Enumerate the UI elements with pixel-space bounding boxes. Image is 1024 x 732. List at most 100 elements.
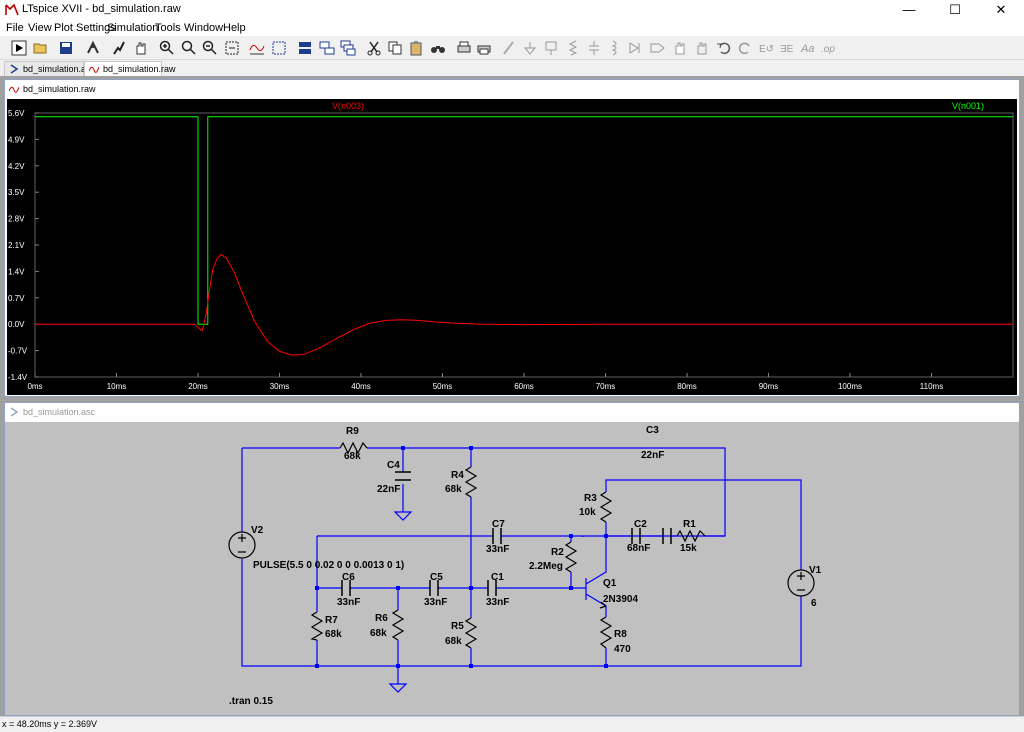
mirror-icon[interactable]: ƎE [777,38,797,58]
minimize-button[interactable]: — [886,0,932,20]
find-icon[interactable] [428,38,448,58]
tile-horizontal-icon[interactable] [295,38,315,58]
ground-icon[interactable] [520,38,540,58]
waveform-window[interactable]: bd_simulation.raw 5.6V 4.9V 4.2V 3.5V 2.8V 2.… [4,79,1020,397]
document-tabs: bd_simulation.asc bd_simulation.raw [0,60,1024,76]
spice-directive: .tran 0.15 [229,696,273,707]
text-icon[interactable]: Aa [798,38,818,58]
wire-icon[interactable] [499,38,519,58]
label-r6: R6 [375,613,388,624]
inductor-icon[interactable] [605,38,625,58]
open-icon[interactable] [31,38,51,58]
label-v1: V1 [809,565,822,576]
x-tick-label: 70ms [596,382,616,391]
tile-vertical-icon[interactable] [317,38,337,58]
tab-waveform[interactable]: bd_simulation.raw [84,61,176,76]
redo-icon[interactable] [735,38,755,58]
label-c6: C6 [342,572,355,583]
tab-schematic[interactable]: bd_simulation.asc [4,61,95,76]
resistor-icon[interactable] [563,38,583,58]
label-v2: V2 [251,525,264,536]
grid-icon[interactable] [269,38,289,58]
menu-view[interactable]: View [28,22,52,34]
cascade-icon[interactable] [338,38,358,58]
label-r4: R4 [451,470,464,481]
label-icon[interactable] [541,38,561,58]
waveform-plot[interactable]: 5.6V 4.9V 4.2V 3.5V 2.8V 2.1V 1.4V 0.7V 0.0V -0.7… [7,99,1017,395]
menu-simulation[interactable]: Simulation [107,22,158,34]
y-tick-label: 0.0V [8,320,25,329]
legend-vn003[interactable]: V(n003) [332,101,364,111]
plot-background [7,99,1017,395]
menu-help[interactable]: Help [223,22,246,34]
y-tick-label: 4.9V [8,135,25,144]
label-r8: R8 [614,629,627,640]
label-r1: R1 [683,519,696,530]
capacitor-icon[interactable] [584,38,604,58]
value-c7: 33nF [486,544,509,555]
svg-text:.op: .op [821,44,835,55]
y-tick-label: 2.8V [8,215,25,224]
value-r9: 68k [344,451,361,462]
autorange-icon[interactable] [247,38,267,58]
maximize-button[interactable]: ☐ [932,0,978,20]
y-tick-label: 4.2V [8,162,25,171]
zoom-in-icon[interactable] [157,38,177,58]
run-icon[interactable] [9,38,29,58]
x-tick-label: 110ms [920,382,943,391]
paste-icon[interactable] [406,38,426,58]
label-c7: C7 [492,519,505,530]
schematic-icon [10,407,19,417]
probe-icon[interactable] [109,38,129,58]
schematic-window[interactable]: bd_simulation.asc R9 68k C4 22nF R4 68k … [4,402,1020,716]
window-title: LTspice XVII - bd_simulation.raw [22,3,181,15]
value-v1: 6 [811,598,817,609]
menu-tools[interactable]: Tools [155,22,181,34]
component-icon[interactable] [648,38,668,58]
menu-bar: File View Plot Settings Simulation Tools… [0,20,1024,36]
menu-file[interactable]: File [6,22,24,34]
copy-icon[interactable] [385,38,405,58]
control-panel-icon[interactable] [83,38,103,58]
svg-text:ƎE: ƎE [780,44,794,55]
waveform-icon [89,66,99,73]
value-r6: 68k [370,628,387,639]
waveform-icon [9,86,19,93]
svg-text:Aa: Aa [800,43,814,55]
svg-text:E↺: E↺ [759,44,774,55]
save-icon[interactable] [56,38,76,58]
drag-icon[interactable] [692,38,712,58]
menu-window[interactable]: Window [184,22,223,34]
zoom-out-icon[interactable] [200,38,220,58]
value-c5: 33nF [424,597,447,608]
y-tick-label: 1.4V [8,267,25,276]
cut-icon[interactable] [364,38,384,58]
x-tick-label: 80ms [677,382,697,391]
schematic-canvas[interactable]: R9 68k C4 22nF R4 68k C3 22nF R3 10k C2 … [5,422,1019,715]
label-c4: C4 [387,460,400,471]
cursor-readout: x = 48.20ms y = 2.369V [2,719,98,729]
value-r5: 68k [445,636,462,647]
label-r9: R9 [346,426,359,437]
print-setup-icon[interactable] [454,38,474,58]
y-tick-label: 2.1V [8,241,25,250]
rotate-icon[interactable]: E↺ [756,38,776,58]
undo-icon[interactable] [714,38,734,58]
move-icon[interactable] [670,38,690,58]
zoom-fit-icon[interactable] [222,38,242,58]
label-c1: C1 [491,572,504,583]
label-q1: Q1 [603,578,617,589]
spice-directive-icon[interactable]: .op [819,38,839,58]
x-tick-label: 50ms [433,382,453,391]
legend-vn001[interactable]: V(n001) [952,101,984,111]
value-q1: 2N3904 [603,594,638,605]
pan-hand-icon[interactable] [131,38,151,58]
diode-icon[interactable] [626,38,646,58]
x-tick-label: 40ms [351,382,371,391]
print-icon[interactable] [474,38,494,58]
label-r3: R3 [584,493,597,504]
y-tick-label: -1.4V [8,373,28,382]
toolbar: E↺ ƎE Aa .op [0,36,1024,60]
zoom-area-icon[interactable] [179,38,199,58]
close-button[interactable]: ✕ [978,0,1024,20]
